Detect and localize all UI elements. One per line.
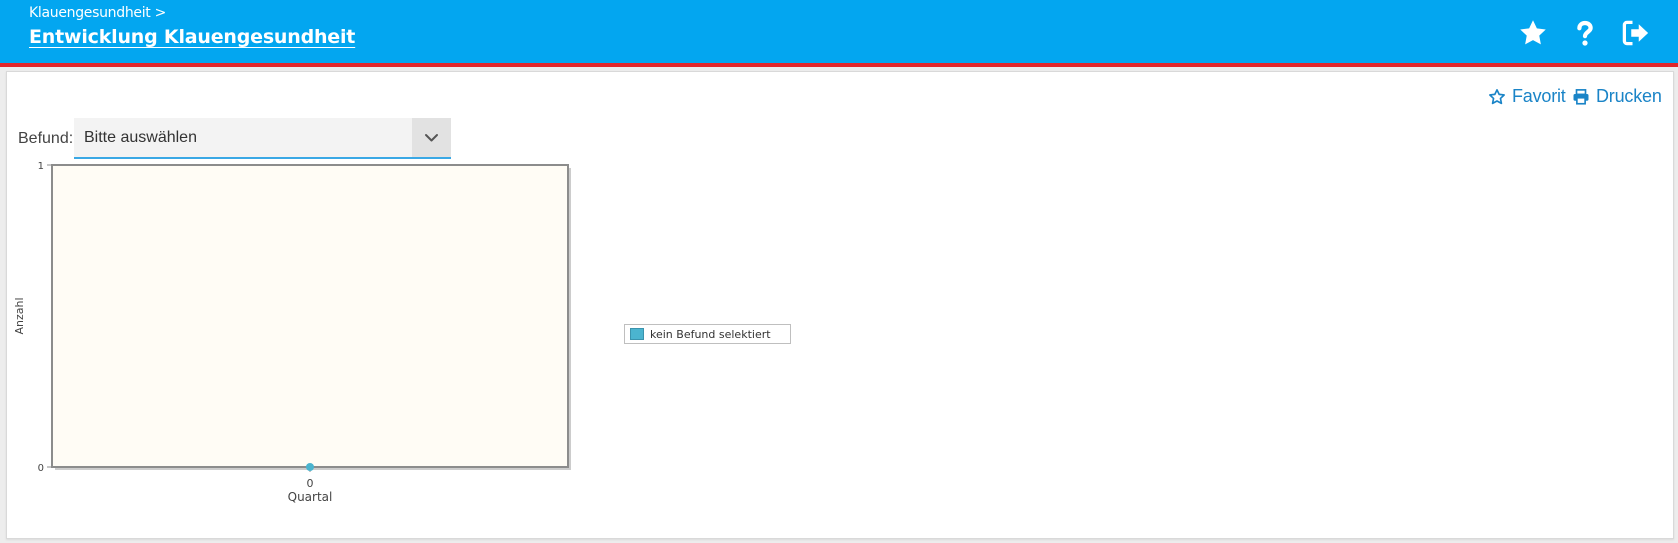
star-icon[interactable] xyxy=(1518,18,1548,48)
y-axis-title: Anzahl xyxy=(13,297,26,334)
befund-select[interactable]: Bitte auswählen xyxy=(74,118,451,159)
chart: 0 1 0 Quartal Anzahl xyxy=(13,162,571,504)
favorit-link[interactable]: Favorit xyxy=(1488,86,1566,107)
breadcrumb[interactable]: Klauengesundheit > xyxy=(29,5,166,21)
befund-select-value: Bitte auswählen xyxy=(84,129,197,146)
x-axis-title: Quartal xyxy=(288,490,333,504)
legend-label: kein Befund selektiert xyxy=(650,327,771,341)
app-header: Klauengesundheit > Entwicklung Klauenges… xyxy=(0,0,1678,67)
plot-area xyxy=(52,165,568,467)
y-tick-label: 0 xyxy=(38,463,44,474)
legend-item[interactable]: kein Befund selektiert xyxy=(624,324,791,344)
drucken-link[interactable]: Drucken xyxy=(1572,86,1662,107)
x-tick-label: 0 xyxy=(307,477,314,490)
page-title[interactable]: Entwicklung Klauengesundheit xyxy=(29,26,355,48)
data-point[interactable] xyxy=(306,463,314,471)
drucken-label: Drucken xyxy=(1596,86,1662,106)
dropdown-toggle[interactable] xyxy=(412,118,451,157)
content-card: Favorit Drucken Befund: Bitte auswählen … xyxy=(6,71,1674,539)
favorit-label: Favorit xyxy=(1512,86,1566,106)
chevron-down-icon xyxy=(425,134,438,142)
printer-icon xyxy=(1573,88,1589,105)
befund-label: Befund: xyxy=(18,130,74,147)
help-icon[interactable] xyxy=(1570,18,1600,48)
legend-swatch xyxy=(630,328,644,340)
logout-icon[interactable] xyxy=(1620,18,1650,48)
y-tick-label: 1 xyxy=(38,162,44,172)
star-outline-icon xyxy=(1489,88,1505,104)
